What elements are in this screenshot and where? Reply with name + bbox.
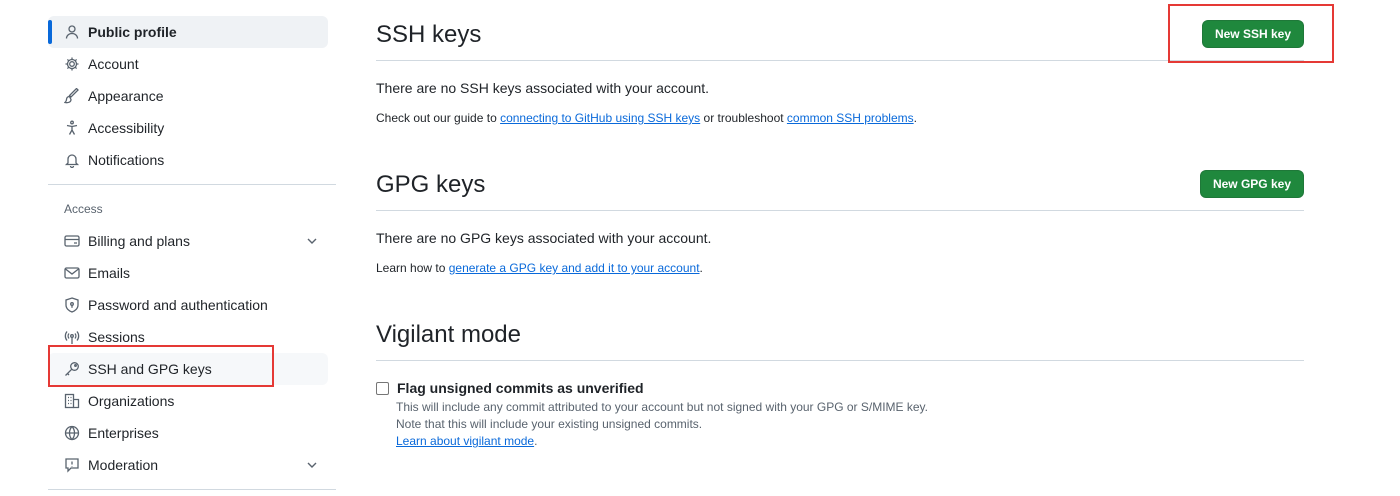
vigilant-mode-title: Vigilant mode [376, 321, 521, 348]
sidebar-item-label: SSH and GPG keys [88, 361, 212, 377]
sidebar-item-label: Moderation [88, 457, 159, 473]
sidebar-item-password-auth[interactable]: Password and authentication [48, 289, 328, 321]
sidebar-item-label: Password and authentication [88, 297, 268, 313]
sidebar-item-notifications[interactable]: Notifications [48, 144, 328, 176]
gpg-keys-header: GPG keys New GPG key [376, 150, 1304, 211]
gpg-keys-empty-message: There are no GPG keys associated with yo… [376, 230, 712, 246]
chevron-down-icon[interactable] [304, 233, 320, 249]
sidebar-item-label: Notifications [88, 152, 165, 168]
sidebar-item-label: Sessions [88, 329, 145, 345]
sidebar-item-label: Account [88, 56, 139, 72]
vigilant-link-row: Learn about vigilant mode. [396, 433, 928, 450]
settings-sidebar: Public profile Account Appearance Access… [48, 16, 336, 490]
gpg-keys-section: GPG keys New GPG key There are no GPG ke… [376, 150, 1304, 300]
ssh-keys-section: SSH keys New SSH key There are no SSH ke… [376, 0, 1304, 150]
shield-lock-icon [64, 297, 80, 313]
sidebar-item-label: Billing and plans [88, 233, 190, 249]
report-icon [64, 457, 80, 473]
ssh-guide-link[interactable]: connecting to GitHub using SSH keys [500, 111, 700, 125]
mail-icon [64, 265, 80, 281]
help-text-part: Check out our guide to [376, 111, 501, 125]
sidebar-item-sessions[interactable]: Sessions [48, 321, 328, 353]
sidebar-item-label: Emails [88, 265, 131, 281]
vigilant-mode-section: Vigilant mode Flag unsigned commits as u… [376, 300, 1304, 496]
active-indicator [48, 20, 52, 44]
sidebar-item-enterprises[interactable]: Enterprises [48, 417, 328, 449]
ssh-troubleshoot-link[interactable]: common SSH problems [787, 111, 914, 125]
sidebar-item-accessibility[interactable]: Accessibility [48, 112, 328, 144]
vigilant-checkbox-row[interactable]: Flag unsigned commits as unverified [376, 380, 928, 396]
gpg-keys-title: GPG keys [376, 171, 486, 198]
sidebar-item-billing[interactable]: Billing and plans [48, 225, 328, 257]
help-text-part: . [534, 434, 538, 448]
vigilant-mode-option: Flag unsigned commits as unverified This… [376, 380, 928, 450]
chevron-down-icon[interactable] [304, 457, 320, 473]
credit-card-icon [64, 233, 80, 249]
sidebar-section-access: Access [64, 202, 103, 216]
flag-unsigned-label: Flag unsigned commits as unverified [397, 380, 644, 396]
globe-icon [64, 425, 80, 441]
new-ssh-key-button[interactable]: New SSH key [1201, 20, 1304, 48]
help-text-part: Learn how to [376, 261, 449, 275]
ssh-keys-help-text: Check out our guide to connecting to Git… [376, 111, 917, 125]
sidebar-item-label: Accessibility [88, 120, 165, 136]
sidebar-item-moderation[interactable]: Moderation [48, 449, 328, 481]
sidebar-item-emails[interactable]: Emails [48, 257, 328, 289]
ssh-keys-empty-message: There are no SSH keys associated with yo… [376, 80, 710, 96]
sidebar-item-account[interactable]: Account [48, 48, 328, 80]
accessibility-icon [64, 120, 80, 136]
sidebar-item-label: Enterprises [88, 425, 159, 441]
help-text-part: . [913, 111, 917, 125]
sidebar-divider [48, 489, 336, 490]
vigilant-desc-line: Note that this will include your existin… [396, 417, 703, 431]
sidebar-item-label: Appearance [88, 88, 164, 104]
sidebar-item-public-profile[interactable]: Public profile [48, 16, 328, 48]
ssh-keys-title: SSH keys [376, 21, 482, 48]
new-gpg-key-button[interactable]: New GPG key [1199, 170, 1304, 198]
flag-unsigned-checkbox[interactable] [376, 381, 389, 395]
bell-icon [64, 152, 80, 168]
organization-icon [64, 393, 80, 409]
vigilant-mode-link[interactable]: Learn about vigilant mode [396, 434, 534, 448]
sidebar-item-label: Public profile [88, 24, 177, 40]
ssh-keys-header: SSH keys New SSH key [376, 0, 1304, 61]
gpg-keys-help-text: Learn how to generate a GPG key and add … [376, 261, 703, 275]
gear-icon [64, 56, 80, 72]
main-content: SSH keys New SSH key There are no SSH ke… [376, 0, 1304, 496]
sidebar-item-label: Organizations [88, 393, 175, 409]
help-text-part: or troubleshoot [700, 111, 787, 125]
help-text-part: . [699, 261, 703, 275]
key-icon [64, 361, 80, 377]
vigilant-desc-line: This will include any commit attributed … [396, 400, 929, 414]
paintbrush-icon [64, 88, 80, 104]
vigilant-description: This will include any commit attributed … [396, 399, 928, 450]
broadcast-icon [64, 329, 80, 345]
sidebar-item-ssh-gpg-keys[interactable]: SSH and GPG keys [48, 353, 328, 385]
vigilant-mode-header: Vigilant mode [376, 300, 1304, 361]
sidebar-item-organizations[interactable]: Organizations [48, 385, 328, 417]
sidebar-item-appearance[interactable]: Appearance [48, 80, 328, 112]
gpg-guide-link[interactable]: generate a GPG key and add it to your ac… [449, 261, 700, 275]
person-icon [64, 24, 80, 40]
